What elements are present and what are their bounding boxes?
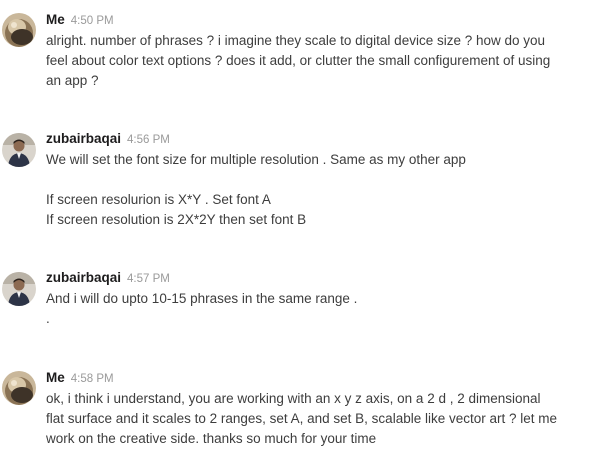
message-line: an app ?: [46, 73, 99, 88]
message-line: ok, i think i understand, you are workin…: [46, 391, 541, 406]
photo-avatar-icon[interactable]: [2, 13, 36, 47]
message-line: feel about color text options ? does it …: [46, 53, 551, 68]
sender-name[interactable]: Me: [46, 370, 65, 385]
sender-name[interactable]: zubairbaqai: [46, 270, 121, 285]
photo-avatar-icon[interactable]: [2, 371, 36, 405]
message-header: zubairbaqai 4:56 PM: [46, 130, 170, 148]
message-line: .: [46, 311, 50, 326]
message-timestamp[interactable]: 4:56 PM: [127, 134, 170, 146]
message-line: work on the creative side. thanks so muc…: [46, 431, 377, 446]
message-line: If screen resolution is 2X*2Y then set f…: [46, 212, 307, 227]
message-line: [46, 170, 586, 190]
message-text: We will set the font size for multiple r…: [46, 150, 586, 230]
sender-name[interactable]: Me: [46, 12, 65, 27]
message-timestamp[interactable]: 4:57 PM: [127, 273, 170, 285]
message-line: If screen resolurion is X*Y . Set font A: [46, 192, 271, 207]
message-timestamp[interactable]: 4:50 PM: [71, 15, 114, 27]
message-line: And i will do upto 10-15 phrases in the …: [46, 291, 358, 306]
message-text: ok, i think i understand, you are workin…: [46, 389, 586, 449]
message-text: alright. number of phrases ? i imagine t…: [46, 31, 586, 91]
message-line: alright. number of phrases ? i imagine t…: [46, 33, 546, 48]
message-line: flat surface and it scales to 2 ranges, …: [46, 411, 558, 426]
message-header: Me 4:58 PM: [46, 369, 114, 387]
message-text: And i will do upto 10-15 phrases in the …: [46, 289, 586, 329]
message-timestamp[interactable]: 4:58 PM: [71, 373, 114, 385]
sender-name[interactable]: zubairbaqai: [46, 131, 121, 146]
person-avatar-icon[interactable]: [2, 272, 36, 306]
message-line: We will set the font size for multiple r…: [46, 152, 466, 167]
message-header: Me 4:50 PM: [46, 11, 114, 29]
person-avatar-icon[interactable]: [2, 133, 36, 167]
message-header: zubairbaqai 4:57 PM: [46, 269, 170, 287]
